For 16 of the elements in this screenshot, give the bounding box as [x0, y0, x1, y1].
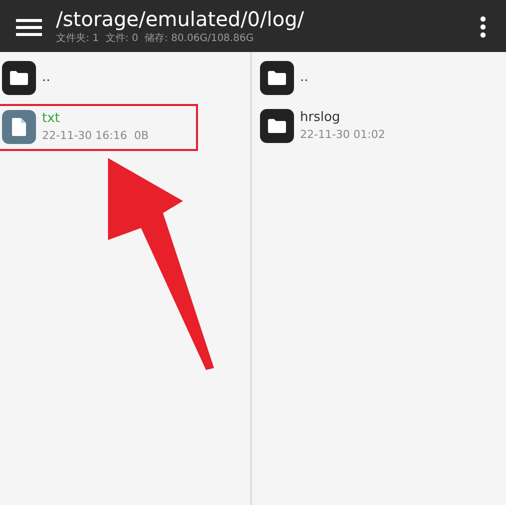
path-title: /storage/emulated/0/log/ — [56, 6, 305, 30]
file-details: 22-11-30 16:16 0B — [42, 128, 149, 144]
folder-icon — [2, 61, 36, 95]
more-options-button[interactable] — [480, 14, 486, 38]
folder-icon — [260, 61, 294, 95]
file-row[interactable]: hrslog 22-11-30 01:02 — [258, 106, 506, 146]
file-icon — [2, 110, 36, 144]
file-name: .. — [42, 69, 50, 87]
folder-icon — [260, 109, 294, 144]
file-name: txt — [42, 110, 61, 128]
file-details: 22-11-30 01:02 — [300, 127, 386, 143]
file-name: .. — [300, 69, 308, 87]
file-name: hrslog — [300, 109, 342, 127]
storage-summary: 文件夹: 1 文件: 0 储存: 80.06G/108.86G — [56, 32, 255, 46]
file-row[interactable]: .. — [258, 58, 506, 98]
file-row[interactable]: .. — [0, 58, 250, 98]
